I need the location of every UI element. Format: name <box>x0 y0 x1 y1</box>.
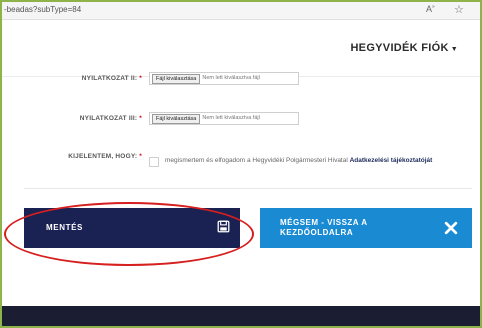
required-marker: * <box>139 115 142 122</box>
file-status-text: Nem lett kiválasztva fájl <box>202 115 260 121</box>
nyilatkozat-3-label: NYILATKOZAT III: * <box>79 115 142 122</box>
account-menu[interactable]: HEGYVIDÉK FIÓK ▼ <box>350 42 458 54</box>
save-button[interactable]: MENTÉS <box>24 208 240 248</box>
file-status-text: Nem lett kiválasztva fájl <box>202 75 260 81</box>
consent-checkbox[interactable] <box>149 157 159 167</box>
choose-file-button[interactable]: Fájl kiválasztása <box>152 74 201 84</box>
save-button-label: MENTÉS <box>46 223 83 232</box>
nyilatkozat-3-file-input[interactable]: Fájl kiválasztása Nem lett kiválasztva fá… <box>149 112 299 125</box>
site-footer <box>2 306 480 326</box>
cancel-back-to-home-button[interactable]: MÉGSEM - VISSZA A KEZDŐOLDALRA <box>260 208 472 248</box>
declare-label: KIJELENTEM, HOGY: * <box>68 153 142 160</box>
close-x-icon <box>444 221 458 235</box>
required-marker: * <box>139 75 142 82</box>
account-label[interactable]: HEGYVIDÉK FIÓK <box>350 42 448 54</box>
divider <box>24 188 472 189</box>
browser-address-bar[interactable]: -beadas?subType=84 A» ☆ <box>2 2 480 20</box>
star-icon[interactable]: ☆ <box>454 3 464 16</box>
privacy-policy-link[interactable]: Adatkezelési tájékoztatóját <box>350 157 433 164</box>
chevron-down-icon[interactable]: ▼ <box>451 46 458 53</box>
site-header: HEGYVIDÉK FIÓK ▼ <box>2 20 480 77</box>
url-text[interactable]: -beadas?subType=84 <box>4 5 81 14</box>
floppy-disk-icon <box>217 220 230 233</box>
reader-view-icon[interactable]: A» <box>426 4 435 14</box>
screenshot-frame: -beadas?subType=84 A» ☆ HEGYVIDÉK FIÓK ▼ … <box>0 0 482 328</box>
choose-file-button[interactable]: Fájl kiválasztása <box>152 114 201 124</box>
nyilatkozat-2-label: NYILATKOZAT II: * <box>81 75 142 82</box>
cancel-button-label: MÉGSEM - VISSZA A KEZDŐOLDALRA <box>280 218 368 237</box>
nyilatkozat-2-file-input[interactable]: Fájl kiválasztása Nem lett kiválasztva fá… <box>149 72 299 85</box>
required-marker: * <box>139 153 142 160</box>
consent-text: megismertem és elfogadom a Hegyvidéki Po… <box>165 157 433 164</box>
